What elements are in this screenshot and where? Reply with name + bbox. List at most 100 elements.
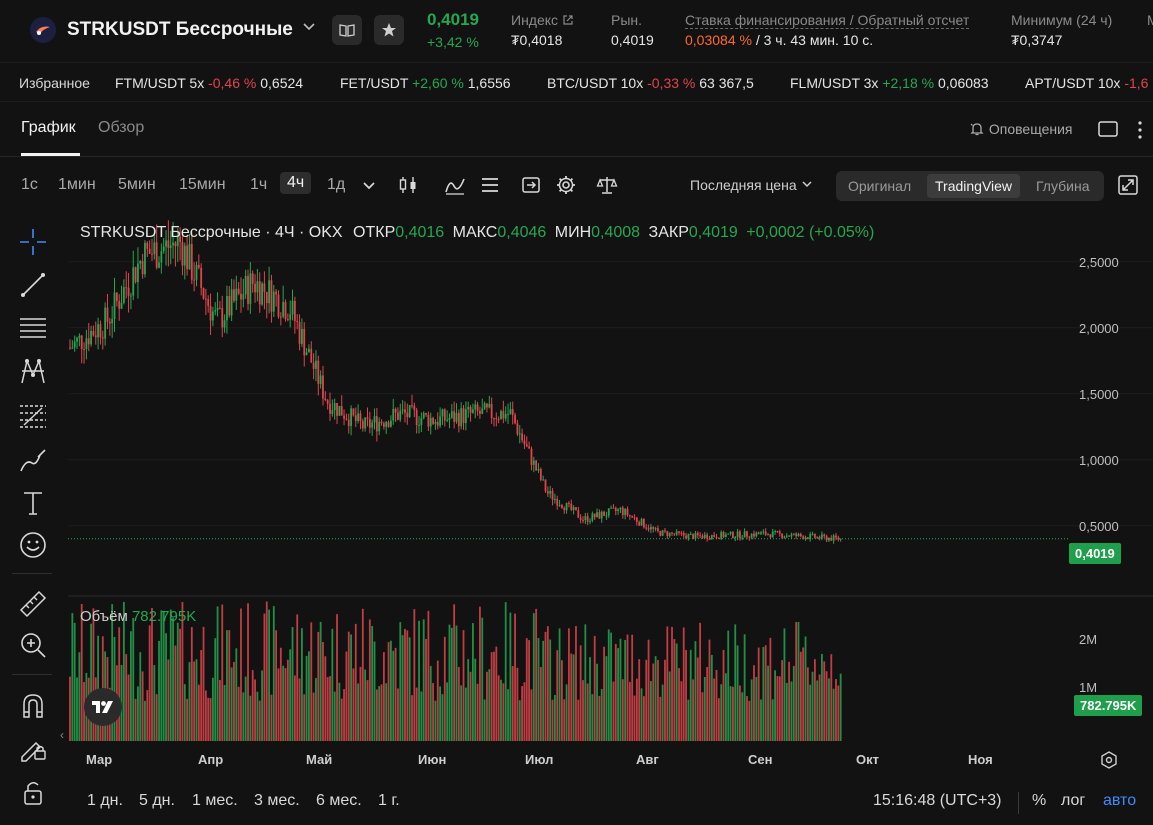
- trend-line-icon[interactable]: [18, 270, 48, 300]
- candle: [249, 273, 252, 304]
- candle: [174, 242, 177, 247]
- candle: [739, 531, 741, 538]
- auto-toggle[interactable]: авто: [1103, 792, 1136, 810]
- fullscreen-icon[interactable]: [1117, 174, 1139, 196]
- candle: [291, 300, 294, 315]
- range-1d[interactable]: 1 дн.: [87, 792, 123, 810]
- chevron-down-icon[interactable]: [358, 174, 380, 196]
- view-depth[interactable]: Глубина: [1036, 178, 1089, 194]
- alerts-button[interactable]: Оповещения: [969, 121, 1073, 137]
- volume-bar: [174, 645, 177, 741]
- candle: [160, 251, 163, 263]
- candle: [839, 538, 842, 540]
- replay-icon[interactable]: [520, 174, 542, 196]
- star-icon[interactable]: [374, 15, 404, 45]
- layout-icon[interactable]: [1098, 121, 1118, 142]
- timeframe-15m[interactable]: 15мин: [179, 176, 226, 194]
- timeframe-1d[interactable]: 1д: [327, 176, 345, 194]
- volume-bar: [460, 685, 463, 741]
- favorite-item[interactable]: APT/USDT 10x -1,6: [1025, 75, 1148, 91]
- range-1m[interactable]: 1 мес.: [192, 792, 238, 810]
- gear-icon[interactable]: [555, 174, 577, 196]
- candle: [148, 248, 151, 254]
- chevron-down-icon[interactable]: [302, 19, 316, 36]
- favorites-label[interactable]: Избранное: [19, 75, 90, 91]
- funding-countdown: / 3 ч. 43 мин. 10 с.: [751, 32, 874, 48]
- candle: [563, 508, 566, 511]
- candle: [556, 498, 559, 506]
- volume-bar: [429, 665, 432, 741]
- range-5d[interactable]: 5 дн.: [139, 792, 175, 810]
- favorite-item[interactable]: FTM/USDT 5x -0,46 % 0,6524: [115, 75, 303, 91]
- volume-bar: [354, 623, 357, 741]
- candle: [441, 409, 444, 417]
- candle: [750, 533, 753, 538]
- view-original[interactable]: Оригинал: [848, 178, 911, 194]
- volume-bar: [523, 682, 526, 741]
- price-chart[interactable]: 2,5000 2,0000 1,5000 1,0000 0,5000 2M 1M Мар Апр…: [68, 214, 1153, 784]
- volume-bar: [90, 623, 92, 741]
- crosshair-icon[interactable]: [18, 227, 48, 257]
- candle: [406, 412, 409, 418]
- text-icon[interactable]: [18, 488, 48, 518]
- volume-bar: [584, 624, 587, 741]
- favorite-item[interactable]: FET/USDT +2,60 % 1,6556: [340, 75, 511, 91]
- emoji-icon[interactable]: [18, 530, 48, 560]
- candle: [268, 280, 271, 304]
- ruler-icon[interactable]: [18, 589, 48, 619]
- candle: [539, 469, 542, 480]
- range-1y[interactable]: 1 г.: [378, 792, 400, 810]
- timeframe-1s[interactable]: 1с: [21, 176, 38, 194]
- volume-bar: [441, 694, 444, 741]
- range-3m[interactable]: 3 мес.: [254, 792, 300, 810]
- volume-bar: [785, 682, 788, 741]
- view-tradingview[interactable]: TradingView: [927, 174, 1021, 198]
- pattern-icon[interactable]: [18, 357, 48, 387]
- candle: [755, 532, 758, 537]
- timeframe-4h[interactable]: 4ч: [280, 172, 312, 194]
- volume-bar: [443, 636, 446, 741]
- candle: [532, 460, 535, 465]
- funding-label[interactable]: Ставка финансирования / Обратный отсчет: [685, 12, 970, 29]
- horizontal-lines-icon[interactable]: [18, 313, 48, 343]
- volume-bar: [357, 683, 360, 741]
- candle: [467, 407, 470, 410]
- range-6m[interactable]: 6 мес.: [316, 792, 362, 810]
- favorite-item[interactable]: BTC/USDT 10x -0,33 % 63 367,5: [547, 75, 754, 91]
- timeframe-1m[interactable]: 1мин: [58, 176, 96, 194]
- candle: [261, 283, 263, 305]
- tab-overview[interactable]: Обзор: [98, 119, 144, 137]
- candle: [614, 507, 617, 512]
- volume-bar: [469, 671, 472, 741]
- indicators-icon[interactable]: [444, 174, 466, 196]
- timeframe-1h[interactable]: 1ч: [250, 176, 267, 194]
- list-icon[interactable]: [479, 174, 501, 196]
- price-type-select[interactable]: Последняя цена: [690, 177, 813, 193]
- volume-bar: [493, 651, 495, 741]
- collapse-toolbar-icon[interactable]: ‹: [60, 728, 64, 742]
- index-label[interactable]: Индекс: [511, 12, 574, 28]
- more-icon[interactable]: [1136, 120, 1144, 145]
- tradingview-logo-icon[interactable]: [84, 688, 122, 726]
- volume-bar: [291, 627, 294, 741]
- magnet-icon[interactable]: [18, 691, 48, 721]
- brush-icon[interactable]: [18, 445, 48, 475]
- lock-drawing-icon[interactable]: [18, 733, 48, 763]
- volume-bar: [204, 690, 207, 741]
- zoom-in-icon[interactable]: [18, 630, 48, 660]
- timeframe-5m[interactable]: 5мин: [118, 176, 156, 194]
- chart-settings-icon[interactable]: [1099, 750, 1119, 775]
- favorite-item[interactable]: FLM/USDT 3x +2,18 % 0,06083: [790, 75, 989, 91]
- volume-bar: [397, 688, 399, 741]
- fib-icon[interactable]: [18, 401, 48, 431]
- log-toggle[interactable]: лог: [1061, 792, 1085, 810]
- candles-icon[interactable]: [397, 174, 419, 196]
- timezone-clock[interactable]: 15:16:48 (UTC+3): [873, 792, 1002, 810]
- scales-icon[interactable]: [596, 174, 618, 196]
- tab-chart[interactable]: График: [21, 119, 76, 137]
- volume-bar: [364, 669, 367, 741]
- candle: [717, 537, 720, 539]
- percent-toggle[interactable]: %: [1032, 792, 1046, 810]
- book-icon[interactable]: [332, 15, 362, 45]
- symbol-title[interactable]: STRKUSDT Бессрочные: [67, 19, 293, 41]
